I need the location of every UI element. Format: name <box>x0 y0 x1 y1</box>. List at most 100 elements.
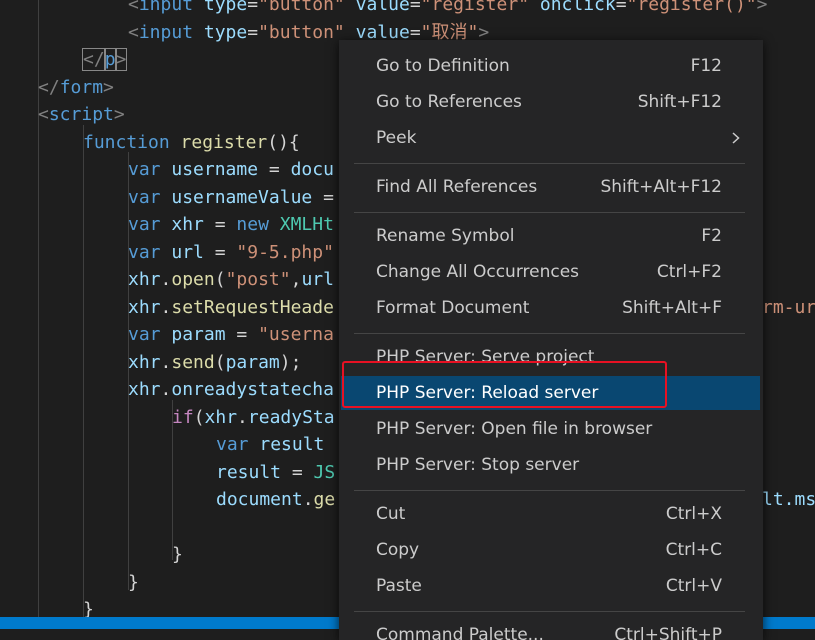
code-token: var <box>128 186 161 208</box>
code-token: < <box>38 104 49 125</box>
code-token: = <box>247 0 259 15</box>
annotation-highlight-box <box>342 361 667 408</box>
code-token: } <box>128 571 139 593</box>
code-token: > <box>103 76 114 98</box>
menu-item-label: PHP Server: Open file in browser <box>376 419 653 439</box>
menu-separator <box>354 333 745 334</box>
menu-item-peek[interactable]: Peek <box>354 121 760 155</box>
code-token: > <box>114 48 128 71</box>
code-token: XMLHt <box>279 214 334 235</box>
menu-item-shortcut: Ctrl+V <box>665 576 722 596</box>
code-line: var xhr = new XMLHt <box>128 211 334 239</box>
code-token: = <box>409 0 421 15</box>
code-line: document.ge <box>216 486 335 514</box>
menu-item-label: PHP Server: Stop server <box>376 455 580 475</box>
code-token: if <box>172 406 194 428</box>
code-line: </form> <box>38 74 114 102</box>
code-line: <script> <box>38 101 125 129</box>
code-token: ( <box>214 351 226 373</box>
code-token: ( <box>193 406 205 428</box>
code-token: , <box>290 269 302 290</box>
code-token: xhr <box>204 406 238 428</box>
menu-item-copy[interactable]: Copy Ctrl+C <box>354 533 760 567</box>
code-token: "register()" <box>626 0 757 15</box>
menu-item-cut[interactable]: Cut Ctrl+X <box>354 497 760 531</box>
code-token: send <box>171 351 215 373</box>
menu-item-label: Rename Symbol <box>376 226 515 246</box>
code-overflow-text: rm-ur <box>762 296 815 318</box>
menu-item-php-server-open-file-in-browser[interactable]: PHP Server: Open file in browser <box>354 412 760 446</box>
code-line: } <box>172 541 183 569</box>
code-line: var usernameValue = <box>128 184 334 212</box>
code-token: = <box>225 324 259 345</box>
code-token: . <box>160 351 172 373</box>
code-token: param <box>225 351 280 373</box>
code-token: var <box>128 214 161 235</box>
menu-item-find-all-references[interactable]: Find All References Shift+Alt+F12 <box>354 170 760 204</box>
code-token: > <box>756 0 768 15</box>
code-token: input <box>138 0 194 15</box>
code-token: = <box>247 21 259 43</box>
menu-item-change-all-occurrences[interactable]: Change All Occurrences Ctrl+F2 <box>354 255 760 289</box>
menu-item-label: Peek <box>376 128 417 148</box>
code-token: type <box>203 21 248 43</box>
menu-item-php-server-stop-server[interactable]: PHP Server: Stop server <box>354 448 760 482</box>
code-token: < <box>128 21 139 43</box>
code-token: type <box>203 0 248 15</box>
code-token: var <box>128 241 161 263</box>
code-token: ( <box>214 269 226 290</box>
code-token: input <box>138 21 194 43</box>
code-token: open <box>171 269 215 290</box>
code-line: if(xhr.readySta <box>172 404 335 432</box>
code-token: document <box>216 489 303 510</box>
code-token: ); <box>279 351 302 373</box>
menu-item-go-to-references[interactable]: Go to References Shift+F12 <box>354 85 760 119</box>
code-token: } <box>172 544 183 565</box>
code-token: xhr <box>128 269 161 290</box>
menu-item-go-to-definition[interactable]: Go to Definition F12 <box>354 49 760 83</box>
code-token: var <box>128 324 161 345</box>
code-token: xhr <box>128 379 161 400</box>
code-token: onreadystatecha <box>171 379 334 400</box>
code-token: = <box>258 159 291 180</box>
code-token: = <box>281 461 314 483</box>
menu-item-shortcut: Ctrl+X <box>665 504 722 524</box>
code-line: xhr.open("post",url <box>128 266 334 294</box>
menu-item-format-document[interactable]: Format Document Shift+Alt+F <box>354 291 760 325</box>
code-token: "userna <box>258 324 334 345</box>
code-token: xhr <box>128 351 161 373</box>
code-token: "post" <box>225 269 291 290</box>
code-token: function <box>83 131 170 153</box>
code-token: = <box>203 214 237 235</box>
chevron-right-icon <box>732 132 740 144</box>
code-token: = <box>203 241 237 263</box>
code-token: var <box>128 159 161 180</box>
code-token: > <box>113 104 125 125</box>
code-token: = <box>615 0 627 15</box>
code-line: xhr.setRequestHeade <box>128 294 334 322</box>
menu-item-shortcut: F2 <box>701 226 722 246</box>
code-token: var <box>216 434 249 455</box>
code-token: xhr <box>128 296 161 318</box>
menu-item-label: Go to Definition <box>376 56 510 76</box>
code-token: (){ <box>267 131 300 153</box>
code-token: result <box>216 461 282 483</box>
menu-item-label: Command Palette... <box>376 625 544 640</box>
code-line: var url = "9-5.php" <box>128 239 334 267</box>
code-token: xhr <box>171 214 204 235</box>
code-line: </p> <box>82 46 128 74</box>
code-line: function register(){ <box>83 129 300 157</box>
code-line: var result <box>216 431 324 459</box>
menu-item-command-palette[interactable]: Command Palette... Ctrl+Shift+P <box>354 618 760 640</box>
menu-item-rename-symbol[interactable]: Rename Symbol F2 <box>354 219 760 253</box>
code-token: </ <box>38 76 60 98</box>
menu-item-paste[interactable]: Paste Ctrl+V <box>354 569 760 603</box>
